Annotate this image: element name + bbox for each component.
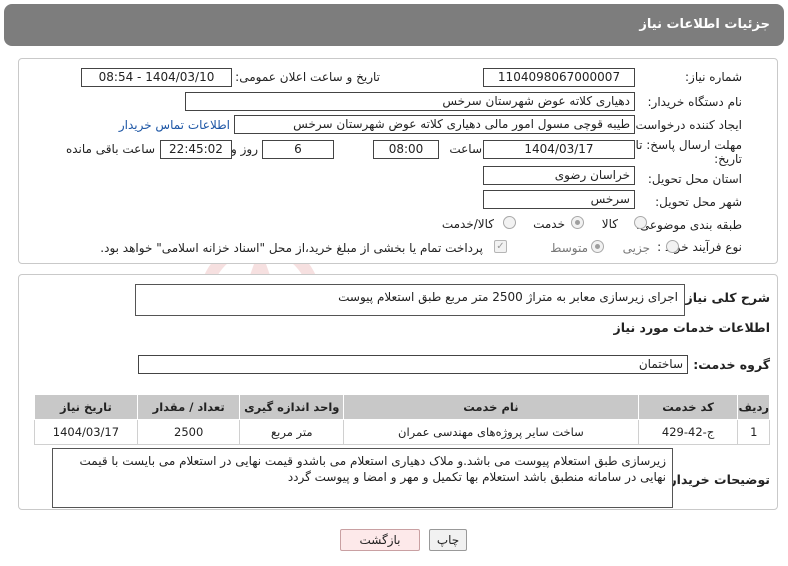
- category-label: طبقه بندی موضوعی:: [635, 218, 742, 232]
- category-service-label: خدمت: [533, 217, 565, 231]
- cell-row-number: 1: [737, 419, 770, 445]
- services-section-title: اطلاعات خدمات مورد نیاز: [613, 320, 771, 335]
- deadline-label-line1: مهلت ارسال پاسخ: تا: [635, 138, 742, 152]
- buyer-notes-label: توضیحات خریدار:: [664, 472, 770, 487]
- announce-datetime-label: تاریخ و ساعت اعلان عمومی:: [235, 70, 380, 84]
- table-row: 1 ج-42-429 ساخت سایر پروژه‌های مهندسی عم…: [34, 419, 770, 445]
- deadline-date-field: 1404/03/17: [483, 140, 635, 159]
- province-field: خراسان رضوی: [483, 166, 635, 185]
- cell-need-date: 1404/03/17: [34, 419, 138, 445]
- page-header: جزئیات اطلاعات نیاز: [4, 4, 784, 46]
- buyer-org-field: دهیاری کلاته عوض شهرستان سرخس: [185, 92, 635, 111]
- need-number-field: 1104098067000007: [483, 68, 635, 87]
- column-header-quantity: تعداد / مقدار: [136, 394, 241, 420]
- summary-textarea[interactable]: اجرای زیرسازی معابر به متراژ 2500 متر مر…: [135, 284, 685, 316]
- services-table: ردیف کد خدمت نام خدمت واحد اندازه گیری ت…: [34, 394, 770, 445]
- column-header-unit: واحد اندازه گیری: [239, 394, 345, 420]
- purchase-minor-radio[interactable]: [666, 240, 679, 253]
- need-number-label: شماره نیاز:: [685, 70, 742, 84]
- print-button[interactable]: چاپ: [429, 529, 467, 551]
- cell-unit: متر مربع: [239, 419, 345, 445]
- purchase-medium-label: متوسط: [550, 241, 588, 255]
- requester-label: ایجاد کننده درخواست:: [631, 118, 742, 132]
- time-remaining-field: 22:45:02: [160, 140, 232, 159]
- city-label: شهر محل تحویل:: [655, 195, 742, 209]
- column-header-row-number: ردیف: [737, 394, 770, 420]
- treasury-checkbox[interactable]: ✓: [494, 240, 507, 253]
- purchase-minor-label: جزیی: [622, 241, 650, 255]
- column-header-service-name: نام خدمت: [343, 394, 639, 420]
- purchase-medium-radio[interactable]: [591, 240, 604, 253]
- treasury-note: پرداخت تمام یا بخشی از مبلغ خرید،از محل …: [100, 241, 483, 255]
- days-label: روز و: [231, 142, 258, 156]
- requester-field: طیبه قوچی مسول امور مالی دهیاری کلاته عو…: [234, 115, 635, 134]
- service-group-label: گروه خدمت:: [693, 357, 770, 372]
- category-goods-radio[interactable]: [634, 216, 647, 229]
- deadline-label-line2: تاریخ:: [714, 152, 742, 166]
- table-header-row: ردیف کد خدمت نام خدمت واحد اندازه گیری ت…: [34, 394, 770, 420]
- cell-service-name: ساخت سایر پروژه‌های مهندسی عمران: [343, 419, 639, 445]
- need-details-panel: [18, 58, 778, 264]
- service-group-field: ساختمان: [138, 355, 688, 374]
- province-label: استان محل تحویل:: [647, 172, 742, 186]
- page-title: جزئیات اطلاعات نیاز: [639, 17, 770, 32]
- category-service-radio[interactable]: [571, 216, 584, 229]
- deadline-time-label: ساعت: [449, 142, 482, 156]
- announce-datetime-field: 1404/03/10 - 08:54: [81, 68, 232, 87]
- summary-label: شرح کلی نیاز:: [680, 290, 770, 305]
- deadline-time-field: 08:00: [373, 140, 439, 159]
- column-header-need-date: تاریخ نیاز: [34, 394, 138, 420]
- back-button[interactable]: بازگشت: [340, 529, 420, 551]
- time-remaining-label: ساعت باقی مانده: [65, 142, 155, 156]
- buyer-org-label: نام دستگاه خریدار:: [647, 95, 743, 109]
- buyer-contact-link[interactable]: اطلاعات تماس خریدار: [119, 118, 230, 132]
- buyer-notes-textarea[interactable]: زیرسازی طبق استعلام پیوست می باشد.و ملاک…: [52, 448, 673, 508]
- cell-quantity: 2500: [136, 419, 241, 445]
- category-goods-label: کالا: [601, 217, 618, 231]
- cell-service-code: ج-42-429: [637, 419, 739, 445]
- days-remaining-field: 6: [262, 140, 334, 159]
- category-goods-service-label: کالا/خدمت: [441, 217, 494, 231]
- column-header-service-code: کد خدمت: [637, 394, 739, 420]
- category-goods-service-radio[interactable]: [503, 216, 516, 229]
- city-field: سرخس: [483, 190, 635, 209]
